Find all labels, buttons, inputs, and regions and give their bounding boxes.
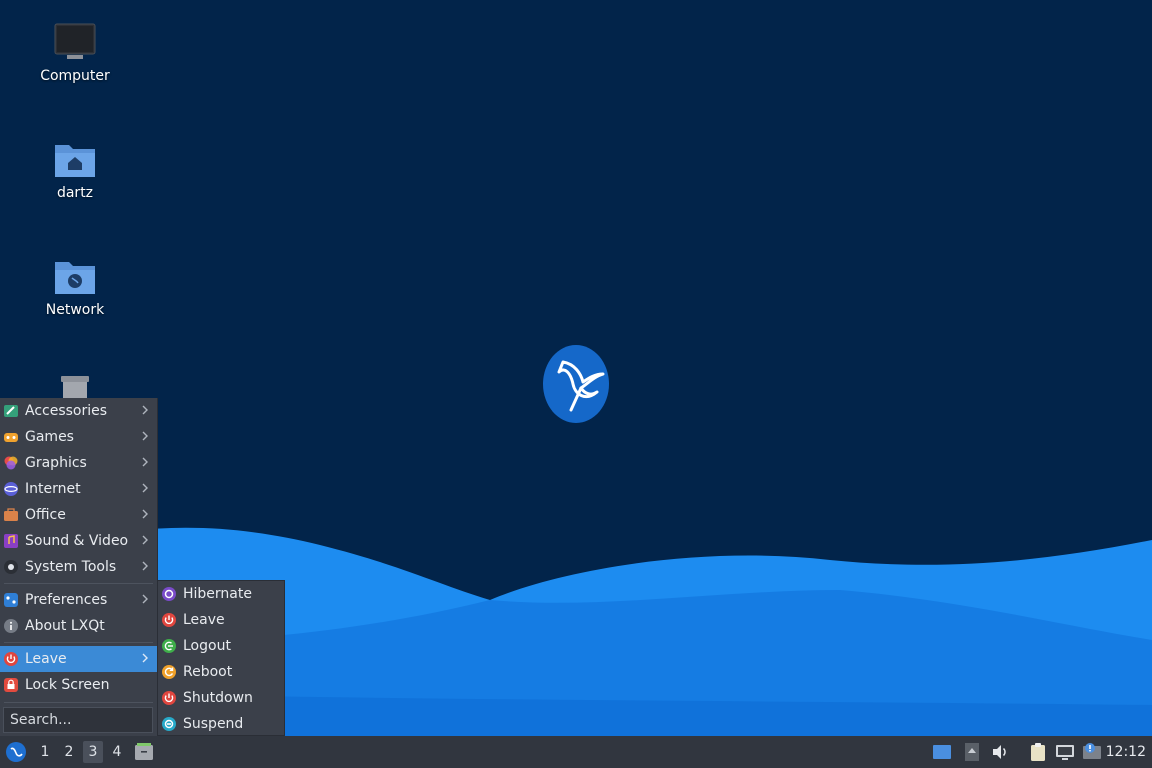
menu-search-input[interactable]: [3, 707, 153, 733]
leave-submenu: Hibernate Leave Logout Reboot Shutdown S…: [157, 580, 285, 736]
accessories-icon: [4, 405, 18, 417]
submenu-item-logout[interactable]: Logout: [158, 633, 284, 659]
reboot-icon: [162, 665, 176, 679]
chevron-right-icon: [142, 509, 148, 519]
chevron-right-icon: [142, 594, 148, 604]
clock[interactable]: 12:12: [1106, 736, 1146, 768]
chevron-right-icon: [142, 535, 148, 545]
file-manager-icon[interactable]: [134, 742, 154, 762]
chevron-right-icon: [142, 653, 148, 663]
workspace-3[interactable]: 3: [83, 741, 103, 763]
lubuntu-logo: [543, 345, 609, 423]
volume-icon[interactable]: [990, 742, 1010, 762]
chevron-right-icon: [142, 561, 148, 571]
hibernate-icon: [162, 587, 176, 601]
desktop-icon-label: Computer: [40, 68, 110, 84]
desktop-icon-computer[interactable]: Computer: [20, 20, 130, 84]
start-menu: Accessories Games Graphics Internet Offi…: [0, 398, 158, 736]
home-folder-icon: [55, 145, 95, 177]
suspend-icon: [162, 717, 176, 731]
tray-expand-icon[interactable]: [962, 742, 982, 762]
chevron-right-icon: [142, 457, 148, 467]
desktop-icon-label: dartz: [56, 185, 94, 201]
sound-video-icon: [4, 534, 18, 548]
submenu-item-suspend[interactable]: Suspend: [158, 711, 284, 737]
logout-icon: [162, 639, 176, 653]
desktop-icon-label: Network: [45, 302, 105, 318]
submenu-item-leave[interactable]: Leave: [158, 607, 284, 633]
internet-icon: [4, 482, 18, 496]
menu-separator: [4, 583, 153, 584]
power-icon: [4, 652, 18, 666]
workspace-4[interactable]: 4: [107, 741, 127, 763]
power-icon: [162, 613, 176, 627]
chevron-right-icon: [142, 405, 148, 415]
workspace-1[interactable]: 1: [35, 741, 55, 763]
chevron-right-icon: [142, 483, 148, 493]
workspace-2[interactable]: 2: [59, 741, 79, 763]
clipboard-icon[interactable]: [1028, 742, 1048, 762]
menu-item-games[interactable]: Games: [0, 424, 157, 450]
lock-icon: [4, 678, 18, 692]
desktop-icon-home[interactable]: dartz: [20, 137, 130, 201]
shutdown-icon: [162, 691, 176, 705]
submenu-item-reboot[interactable]: Reboot: [158, 659, 284, 685]
menu-item-preferences[interactable]: Preferences: [0, 587, 157, 613]
desktop-icon-network[interactable]: Network: [20, 254, 130, 318]
menu-item-about-lxqt[interactable]: About LXQt: [0, 613, 157, 639]
chevron-right-icon: [142, 431, 148, 441]
menu-item-graphics[interactable]: Graphics: [0, 450, 157, 476]
network-icon[interactable]: [1055, 742, 1075, 762]
menu-item-internet[interactable]: Internet: [0, 476, 157, 502]
menu-item-accessories[interactable]: Accessories: [0, 398, 157, 424]
graphics-icon: [4, 456, 18, 470]
computer-icon: [54, 23, 96, 59]
menu-item-sound-video[interactable]: Sound & Video: [0, 528, 157, 554]
menu-item-office[interactable]: Office: [0, 502, 157, 528]
menu-item-leave[interactable]: Leave: [0, 646, 157, 672]
submenu-item-hibernate[interactable]: Hibernate: [158, 581, 284, 607]
taskbar: 1 2 3 4 12:12: [0, 736, 1152, 768]
start-menu-button[interactable]: [5, 741, 27, 763]
submenu-item-shutdown[interactable]: Shutdown: [158, 685, 284, 711]
system-tools-icon: [4, 560, 18, 574]
games-icon: [4, 433, 18, 442]
office-icon: [4, 508, 18, 521]
preferences-icon: [4, 593, 18, 607]
menu-item-lock-screen[interactable]: Lock Screen: [0, 672, 157, 698]
menu-item-system-tools[interactable]: System Tools: [0, 554, 157, 580]
notification-icon[interactable]: [1082, 742, 1102, 762]
network-folder-icon: [55, 262, 95, 294]
info-icon: [4, 619, 18, 633]
menu-separator: [4, 642, 153, 643]
show-desktop-icon[interactable]: [932, 742, 952, 762]
menu-separator: [4, 702, 153, 703]
